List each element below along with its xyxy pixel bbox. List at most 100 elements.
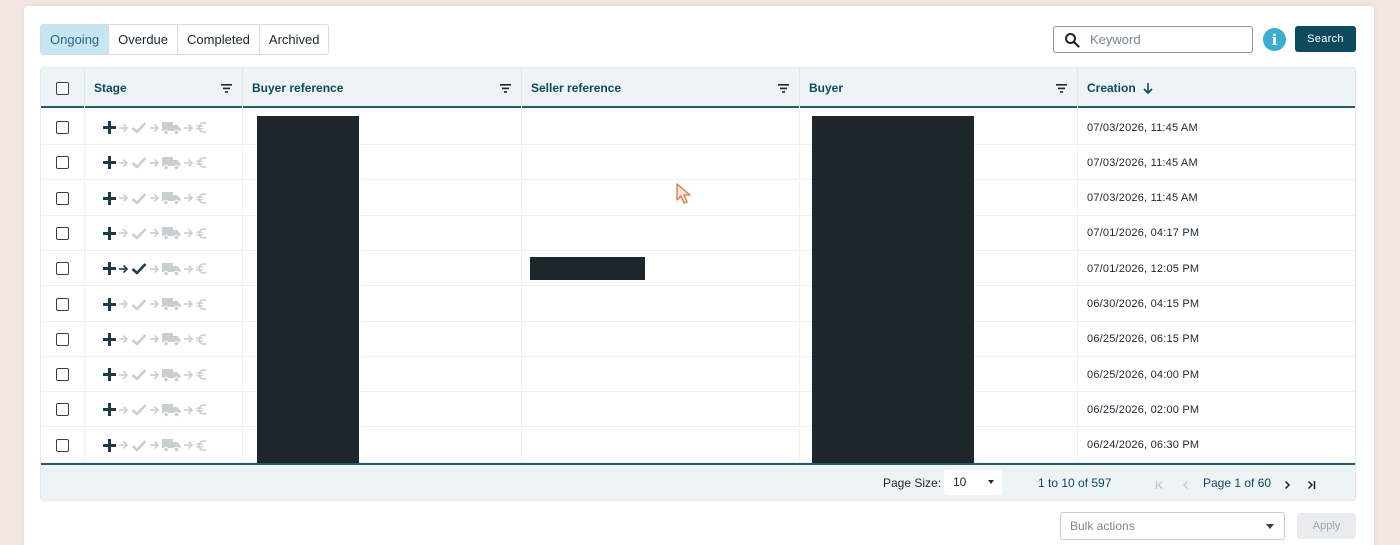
arrow-right-icon — [118, 228, 129, 238]
creation-date: 06/25/2026, 06:15 PM — [1087, 333, 1200, 346]
arrow-right-icon — [149, 370, 160, 380]
bulk-actions-select[interactable]: Bulk actions — [1060, 512, 1285, 540]
seller-reference-cell — [522, 321, 800, 357]
first-page-icon[interactable] — [1155, 477, 1165, 495]
row-checkbox[interactable] — [56, 226, 69, 240]
seller-reference-cell — [522, 110, 800, 145]
chevron-down-icon — [1266, 524, 1274, 529]
stage-created-icon — [103, 332, 116, 346]
tab-archived[interactable]: Archived — [259, 25, 329, 54]
column-header-buyer[interactable]: Buyer — [800, 68, 1078, 108]
table-row[interactable]: 07/03/2026, 11:45 AM — [41, 145, 1355, 181]
search-field[interactable] — [1053, 26, 1253, 53]
stage-paid-icon — [196, 192, 207, 205]
page-size-select[interactable]: 10 — [944, 470, 1002, 495]
table-row[interactable]: 07/01/2026, 12:05 PM — [41, 251, 1355, 287]
filter-icon[interactable] — [778, 82, 789, 96]
stage-created-icon — [103, 121, 116, 134]
column-header-creation[interactable]: Creation — [1078, 68, 1355, 108]
stage-shipped-icon — [162, 332, 181, 347]
table-row[interactable]: 06/30/2026, 04:15 PM — [41, 286, 1355, 322]
stage-cell — [85, 357, 243, 393]
stage-shipped-icon — [162, 226, 181, 241]
creation-date: 07/03/2026, 11:45 AM — [1087, 121, 1198, 134]
search-input[interactable] — [1090, 32, 1240, 47]
arrow-right-icon — [183, 299, 194, 309]
column-header-buyer-reference[interactable]: Buyer reference — [243, 68, 522, 108]
stage-cell — [85, 145, 243, 181]
info-icon[interactable]: i — [1263, 28, 1286, 51]
last-page-icon[interactable] — [1306, 477, 1316, 495]
row-checkbox[interactable] — [56, 438, 69, 452]
row-select-cell — [41, 110, 85, 145]
select-all-checkbox[interactable] — [56, 81, 69, 95]
stage-cell — [85, 427, 243, 463]
column-header-seller-reference[interactable]: Seller reference — [522, 68, 800, 108]
previous-page-icon[interactable] — [1181, 477, 1191, 495]
arrow-right-icon — [149, 123, 160, 133]
table-row[interactable]: 07/03/2026, 11:45 AM — [41, 180, 1355, 216]
seller-reference-cell — [522, 215, 800, 251]
arrow-right-icon — [149, 158, 160, 168]
seller-reference-cell — [522, 286, 800, 322]
search-button[interactable]: Search — [1295, 26, 1356, 52]
stage-created-icon — [103, 403, 116, 417]
filter-icon[interactable] — [1056, 82, 1067, 96]
table-row[interactable]: 06/25/2026, 04:00 PM — [41, 357, 1355, 393]
stage-cell — [85, 321, 243, 357]
stage-cell — [85, 215, 243, 251]
table-row[interactable]: 06/25/2026, 02:00 PM — [41, 392, 1355, 428]
creation-date: 07/01/2026, 12:05 PM — [1087, 262, 1200, 275]
table-row[interactable]: 07/03/2026, 11:45 AM — [41, 110, 1355, 145]
stage-shipped-icon — [162, 403, 181, 417]
row-checkbox[interactable] — [56, 297, 69, 311]
next-page-icon[interactable] — [1282, 477, 1292, 495]
arrow-right-icon — [118, 370, 129, 380]
filter-icon[interactable] — [221, 82, 232, 96]
arrow-right-icon — [183, 123, 194, 133]
row-select-cell — [41, 180, 85, 216]
tab-overdue[interactable]: Overdue — [109, 25, 179, 54]
creation-date: 06/30/2026, 04:15 PM — [1087, 298, 1200, 310]
row-checkbox[interactable] — [56, 156, 69, 170]
filter-icon[interactable] — [500, 82, 511, 96]
apply-button[interactable]: Apply — [1297, 513, 1356, 539]
row-checkbox[interactable] — [56, 332, 69, 346]
arrow-right-icon — [149, 405, 160, 415]
table-row[interactable]: 06/24/2026, 06:30 PM — [41, 427, 1355, 463]
stage-confirmed-icon — [131, 156, 147, 169]
arrow-right-icon — [118, 264, 129, 274]
row-checkbox[interactable] — [56, 368, 69, 382]
column-label: Stage — [94, 81, 127, 95]
arrow-right-icon — [149, 334, 160, 344]
row-checkbox[interactable] — [56, 403, 69, 417]
stage-cell — [85, 180, 243, 216]
tab-completed[interactable]: Completed — [178, 25, 260, 54]
column-label: Seller reference — [531, 81, 622, 95]
stage-created-icon — [103, 297, 116, 311]
tab-ongoing[interactable]: Ongoing — [41, 25, 110, 54]
sort-descending-icon[interactable] — [1143, 82, 1153, 94]
row-checkbox[interactable] — [56, 191, 69, 205]
row-checkbox[interactable] — [56, 121, 69, 134]
stage-cell — [85, 286, 243, 322]
stage-paid-icon — [196, 298, 207, 311]
stage-shipped-icon — [162, 262, 181, 276]
stage-paid-icon — [196, 368, 207, 381]
table-row[interactable]: 07/01/2026, 04:17 PM — [41, 215, 1355, 251]
column-header-stage[interactable]: Stage — [85, 68, 243, 108]
row-select-cell — [41, 215, 85, 251]
page-indicator: Page 1 of 60 — [1203, 476, 1272, 490]
row-checkbox[interactable] — [56, 262, 69, 276]
arrow-right-icon — [118, 299, 129, 309]
arrow-right-icon — [149, 193, 160, 203]
seller-reference-cell — [522, 145, 800, 181]
stage-created-icon — [103, 368, 116, 382]
seller-reference-cell — [522, 427, 800, 463]
stage-shipped-icon — [162, 297, 181, 311]
table-row[interactable]: 06/25/2026, 06:15 PM — [41, 321, 1355, 357]
stage-created-icon — [103, 191, 116, 205]
seller-reference-cell — [522, 357, 800, 393]
stage-confirmed-icon — [131, 439, 147, 452]
bulk-actions-placeholder: Bulk actions — [1070, 519, 1135, 533]
